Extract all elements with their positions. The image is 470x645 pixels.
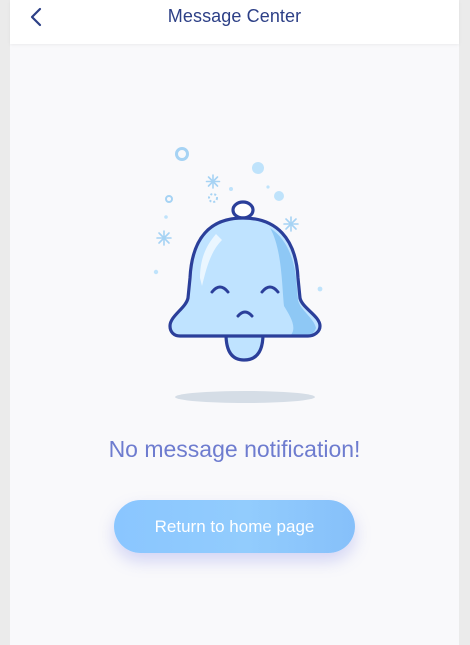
screen: Message Center No message notification! … xyxy=(10,0,459,645)
page-title: Message Center xyxy=(167,6,302,26)
empty-state-message: No message notification! xyxy=(108,436,361,462)
bell-icon xyxy=(153,147,323,403)
top-nav-bar: Message Center xyxy=(10,0,459,44)
return-home-button[interactable]: Return to home page xyxy=(114,500,355,553)
sparkle-decoration xyxy=(165,147,218,203)
